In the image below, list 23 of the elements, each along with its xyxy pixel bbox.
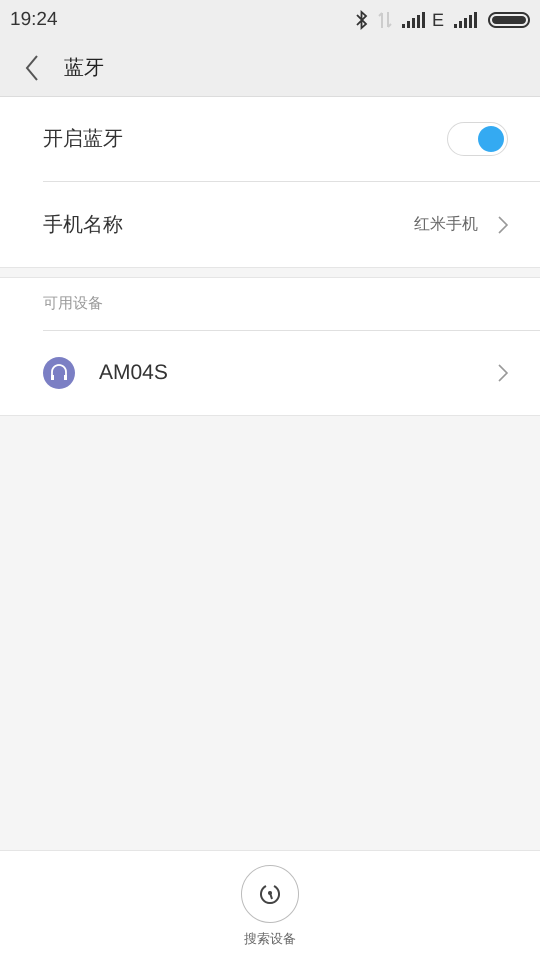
setting-label: 开启蓝牙 [43, 127, 123, 152]
bluetooth-icon [356, 10, 368, 30]
chevron-icon [498, 364, 508, 382]
settings-row[interactable]: 手机名称 红米手机 [43, 182, 540, 267]
signal-icon [454, 12, 478, 28]
back-icon [25, 55, 39, 81]
device-name: AM04S [99, 360, 168, 386]
device-row[interactable]: AM04S [43, 331, 540, 415]
toggle-switch[interactable] [447, 122, 508, 156]
chevron-icon [498, 216, 508, 234]
battery-icon [488, 12, 530, 28]
status-time: 19:24 [10, 8, 58, 32]
search-button[interactable] [241, 865, 299, 923]
headphones-icon [43, 357, 75, 389]
page-title: 蓝牙 [64, 56, 104, 81]
settings-row[interactable]: 开启蓝牙 [43, 97, 540, 182]
setting-label: 手机名称 [43, 212, 123, 238]
setting-value: 红米手机 [414, 214, 478, 234]
search-label: 搜索设备 [244, 930, 296, 948]
signal-icon [402, 12, 426, 28]
data-arrows-icon [378, 11, 392, 29]
section-heading: 可用设备 [43, 294, 103, 314]
network-type: E [432, 8, 444, 32]
